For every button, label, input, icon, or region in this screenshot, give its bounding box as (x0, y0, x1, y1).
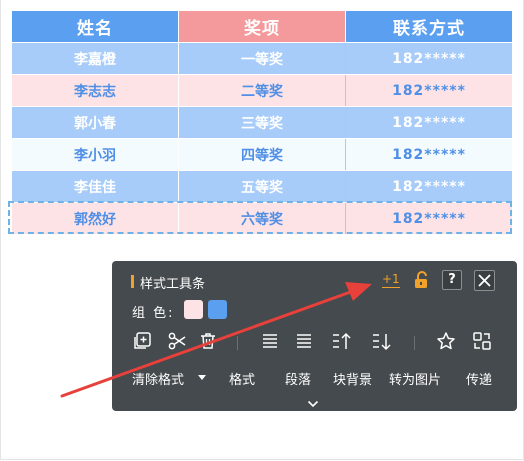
cell-phone[interactable]: 182***** (345, 74, 513, 107)
swap-icon[interactable] (472, 331, 494, 353)
color-swatch-blue[interactable] (208, 300, 227, 319)
copy-add-icon[interactable] (132, 331, 154, 353)
toolbar-divider (414, 336, 415, 350)
cell-award[interactable]: 三等奖 (178, 106, 346, 139)
toolbar-icon-row (112, 331, 517, 355)
cell-name[interactable]: 郭然好 (11, 202, 179, 235)
cell-phone[interactable]: 182***** (345, 106, 513, 139)
share-button[interactable]: 传递 (466, 369, 492, 388)
toolbar-divider (237, 336, 238, 350)
color-swatch-pink[interactable] (184, 300, 203, 319)
header-contact[interactable]: 联系方式 (345, 10, 513, 43)
award-table: 姓名 奖项 联系方式 李嘉橙 一等奖 182***** 李志志 二等奖 182*… (11, 10, 513, 235)
style-toolbar: 样式工具条 +1 ? 组 色: 清除格式 格式 段落 块背景 转为图片 传递 (112, 261, 517, 411)
group-color-label: 组 色: (132, 306, 175, 321)
toolbar-label-row: 清除格式 格式 段落 块背景 转为图片 传递 (112, 369, 517, 388)
cell-award[interactable]: 二等奖 (178, 74, 346, 107)
align-justify-icon[interactable] (294, 331, 316, 353)
cell-award[interactable]: 四等奖 (178, 138, 346, 171)
expand-chevron-icon[interactable] (307, 393, 319, 412)
cell-name[interactable]: 郭小春 (11, 106, 179, 139)
header-award[interactable]: 奖项 (178, 10, 346, 43)
paragraph-button[interactable]: 段落 (285, 369, 311, 388)
cell-award[interactable]: 一等奖 (178, 42, 346, 75)
trash-icon[interactable] (198, 331, 220, 353)
table-row-selected[interactable]: 郭然好 六等奖 182***** (11, 202, 513, 235)
table-row[interactable]: 郭小春 三等奖 182***** (11, 106, 513, 139)
cell-award[interactable]: 六等奖 (178, 202, 346, 235)
cell-name[interactable]: 李志志 (11, 74, 179, 107)
chevron-down-icon[interactable] (198, 375, 206, 380)
title-accent-bar (131, 275, 134, 288)
toolbar-title: 样式工具条 (140, 277, 206, 292)
cell-name[interactable]: 李佳佳 (11, 170, 179, 203)
star-icon[interactable] (436, 331, 458, 353)
block-background-button[interactable]: 块背景 (333, 369, 372, 388)
table-header-row: 姓名 奖项 联系方式 (11, 10, 513, 43)
format-button[interactable]: 格式 (229, 369, 255, 388)
cell-phone[interactable]: 182***** (345, 170, 513, 203)
cell-phone[interactable]: 182***** (345, 202, 513, 235)
scissors-icon[interactable] (167, 331, 189, 353)
convert-to-image-button[interactable]: 转为图片 (389, 369, 441, 388)
sort-down-icon[interactable] (370, 331, 392, 353)
table-row[interactable]: 李志志 二等奖 182***** (11, 74, 513, 107)
help-button[interactable]: ? (442, 270, 462, 290)
close-button[interactable] (474, 270, 495, 291)
cell-phone[interactable]: 182***** (345, 42, 513, 75)
table-row[interactable]: 李小羽 四等奖 182***** (11, 138, 513, 171)
sort-up-icon[interactable] (330, 331, 352, 353)
cell-award[interactable]: 五等奖 (178, 170, 346, 203)
cell-name[interactable]: 李嘉橙 (11, 42, 179, 75)
cell-phone[interactable]: 182***** (345, 138, 513, 171)
unlock-icon[interactable] (412, 270, 432, 290)
table-row[interactable]: 李佳佳 五等奖 182***** (11, 170, 513, 203)
clear-format-button[interactable]: 清除格式 (132, 369, 184, 388)
header-name[interactable]: 姓名 (11, 10, 179, 43)
cell-name[interactable]: 李小羽 (11, 138, 179, 171)
close-icon (478, 274, 491, 287)
table-row[interactable]: 李嘉橙 一等奖 182***** (11, 42, 513, 75)
counter-badge[interactable]: +1 (382, 271, 400, 288)
align-top-icon[interactable] (260, 331, 282, 353)
